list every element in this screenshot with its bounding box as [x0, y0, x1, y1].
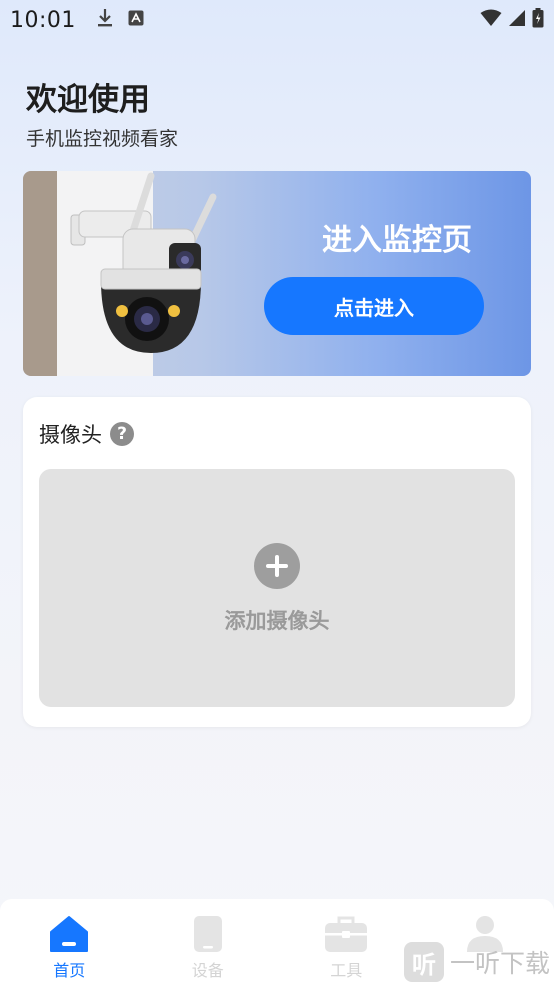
enter-button[interactable]: 点击进入 [264, 277, 484, 335]
download-icon [96, 8, 114, 32]
plus-circle-icon [254, 543, 300, 589]
nav-item-home[interactable]: 首页 [0, 899, 139, 984]
status-left-icons [96, 8, 144, 32]
watermark-logo: 听 [403, 942, 444, 982]
card-header: 摄像头 ? [39, 419, 134, 449]
status-right-icons [480, 8, 544, 32]
status-bar: 10:01 [0, 0, 554, 40]
toolbox-icon [325, 916, 368, 952]
add-camera-label: 添加摄像头 [224, 609, 330, 633]
phone-icon [193, 916, 222, 952]
banner-title: 进入监控页 [322, 223, 472, 258]
watermark-text: 一听下载 [449, 949, 550, 978]
signal-icon [508, 9, 526, 31]
camera-illustration [70, 172, 217, 353]
status-time: 10:01 [10, 7, 76, 33]
a-icon [128, 10, 144, 30]
watermark: 听 一听下载 [403, 942, 550, 982]
help-icon[interactable]: ? [110, 422, 134, 446]
page-subtitle: 手机监控视频看家 [26, 128, 179, 150]
home-icon [50, 916, 89, 952]
battery-icon [532, 8, 544, 32]
nav-label-tools: 工具 [330, 961, 363, 980]
add-camera-button[interactable]: 添加摄像头 [39, 469, 515, 707]
nav-item-devices[interactable]: 设备 [139, 899, 278, 984]
camera-card: 摄像头 ? 添加摄像头 [23, 397, 531, 727]
wifi-icon [480, 9, 502, 31]
page-title: 欢迎使用 [26, 82, 150, 118]
nav-item-tools[interactable]: 工具 [277, 899, 416, 984]
camera-section-title: 摄像头 [39, 423, 102, 447]
nav-label-home: 首页 [53, 961, 86, 980]
monitor-banner[interactable]: 进入监控页 点击进入 [23, 171, 531, 376]
nav-label-devices: 设备 [191, 961, 224, 980]
